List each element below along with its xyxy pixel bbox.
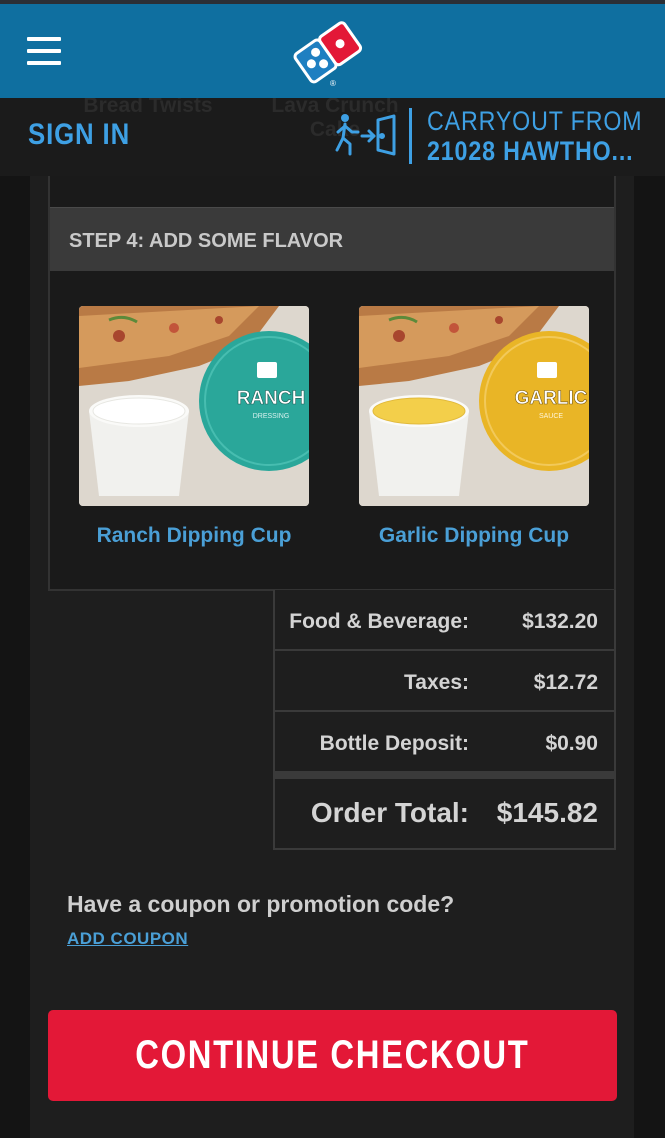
food-beverage-value: $132.20 — [522, 610, 598, 633]
product-card-garlic[interactable]: GARLIC SAUCE Garlic Dipping Cup — [359, 306, 589, 548]
carryout-store-address[interactable]: 21028 HAWTHO... — [427, 136, 633, 167]
divider — [409, 108, 412, 164]
svg-text:RANCH: RANCH — [237, 388, 306, 409]
garlic-dipping-cup-link[interactable]: Garlic Dipping Cup — [359, 524, 589, 548]
order-summary: Food & Beverage: $132.20 Taxes: $12.72 B… — [273, 590, 616, 850]
account-bar: Bread Twists Lava Crunch Cake SIGN IN CA… — [0, 98, 665, 176]
walk-into-store-icon[interactable] — [334, 112, 398, 158]
svg-text:DRESSING: DRESSING — [253, 413, 290, 420]
summary-row-deposit: Bottle Deposit: $0.90 — [275, 712, 616, 773]
add-coupon-link[interactable]: ADD COUPON — [67, 929, 188, 949]
taxes-value: $12.72 — [533, 671, 598, 694]
divider — [275, 771, 616, 779]
ranch-dipping-cup-link[interactable]: Ranch Dipping Cup — [79, 524, 309, 548]
order-total-label: Order Total: — [310, 797, 469, 828]
svg-text:®: ® — [330, 79, 336, 88]
food-beverage-label: Food & Beverage: — [289, 610, 469, 633]
continue-checkout-label: CONTINUE CHECKOUT — [135, 1033, 530, 1077]
summary-row-total: Order Total: $145.82 — [275, 779, 616, 847]
svg-text:GARLIC: GARLIC — [515, 388, 588, 409]
summary-row-taxes: Taxes: $12.72 — [275, 651, 616, 712]
bottle-deposit-label: Bottle Deposit: — [319, 732, 469, 755]
bottle-deposit-value: $0.90 — [545, 732, 598, 755]
ranch-cup-image[interactable]: RANCH DRESSING — [79, 306, 309, 506]
step-header: STEP 4: ADD SOME FLAVOR — [50, 207, 614, 271]
faded-menu-item: Bread Twists — [83, 98, 213, 117]
step-title: STEP 4: ADD SOME FLAVOR — [69, 230, 344, 252]
coupon-question: Have a coupon or promotion code? — [67, 891, 455, 917]
carryout-label[interactable]: CARRYOUT FROM — [427, 106, 642, 137]
product-card-ranch[interactable]: RANCH DRESSING Ranch Dipping Cup — [79, 306, 309, 548]
svg-text:SAUCE: SAUCE — [539, 413, 563, 420]
sign-in-link[interactable]: SIGN IN — [28, 118, 130, 152]
garlic-cup-image[interactable]: GARLIC SAUCE — [359, 306, 589, 506]
continue-checkout-button[interactable]: CONTINUE CHECKOUT — [48, 1010, 617, 1101]
hamburger-menu-icon[interactable] — [27, 37, 63, 67]
app-header: ® — [0, 4, 665, 98]
dominos-logo-icon[interactable]: ® — [292, 14, 368, 90]
summary-row-food: Food & Beverage: $132.20 — [275, 590, 616, 651]
order-total-value: $145.82 — [496, 797, 598, 828]
taxes-label: Taxes: — [404, 671, 469, 694]
